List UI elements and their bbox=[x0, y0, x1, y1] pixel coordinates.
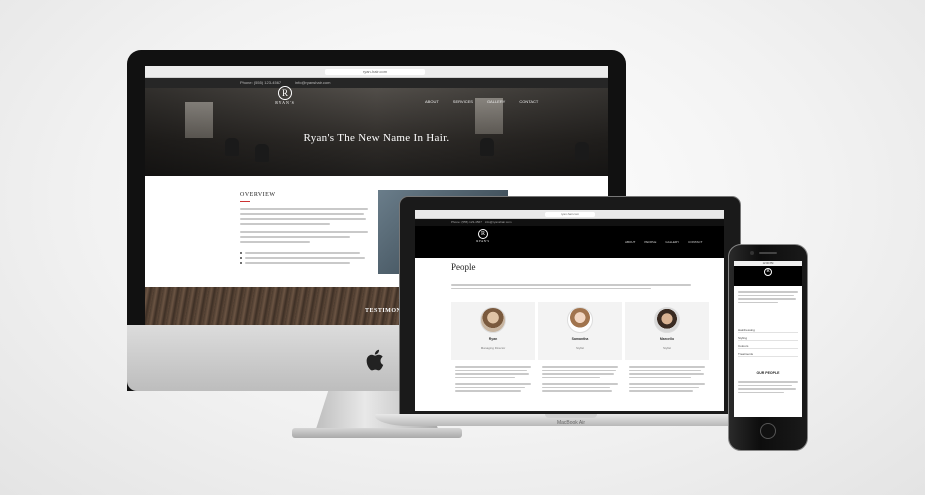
imac-url-bar[interactable]: ryan-hair.com bbox=[325, 69, 425, 75]
iphone-menu-item[interactable]: Colours bbox=[738, 343, 798, 349]
macbook-nav-item[interactable]: ABOUT bbox=[625, 240, 635, 244]
person-name: Samantha bbox=[571, 337, 589, 341]
overview-accent-rule bbox=[240, 201, 250, 202]
salon-chair bbox=[575, 142, 589, 160]
avatar bbox=[654, 307, 680, 333]
macbook-logo[interactable]: R RYAN'S bbox=[471, 229, 495, 243]
text-line bbox=[451, 284, 691, 286]
text-line bbox=[240, 208, 368, 210]
bullet-item bbox=[240, 257, 370, 259]
iphone-logo[interactable]: R bbox=[758, 268, 778, 276]
text-line bbox=[240, 236, 350, 238]
imac-topbar: Phone: (555) 123-4567 info@ryanshair.com bbox=[145, 78, 608, 88]
iphone-intro-text bbox=[738, 291, 798, 303]
imac-overview-text bbox=[240, 208, 370, 267]
imac-nav-item[interactable]: ABOUT bbox=[425, 99, 439, 104]
salon-chair bbox=[255, 144, 269, 162]
text-line bbox=[451, 287, 651, 289]
iphone-home-button[interactable] bbox=[760, 423, 776, 439]
macbook-topbar-email: info@ryanshair.com bbox=[485, 220, 512, 224]
imac-overview-heading: OVERVIEW bbox=[240, 192, 276, 198]
macbook-screen: ryan-hair.com Phone: (555) 123-4567 info… bbox=[415, 210, 724, 411]
bullet-item bbox=[240, 262, 370, 264]
imac-hero-title: Ryan's The New Name In Hair. bbox=[303, 132, 450, 144]
text-line bbox=[240, 213, 364, 215]
macbook-logo-mark: R bbox=[478, 229, 488, 239]
person-card[interactable]: Marcello Stylist bbox=[625, 302, 709, 360]
imac-browser-toolbar: ryan-hair.com bbox=[145, 66, 608, 78]
imac-nav-item[interactable]: GALLERY bbox=[487, 99, 505, 104]
macbook-nav-item[interactable]: GALLERY bbox=[665, 240, 679, 244]
person-name: Ryan bbox=[488, 337, 498, 341]
iphone-camera bbox=[750, 251, 754, 255]
macbook-url-bar[interactable]: ryan-hair.com bbox=[545, 212, 595, 217]
imac-logo-text: RYAN'S bbox=[275, 100, 295, 105]
text-line bbox=[240, 223, 330, 225]
imac-logo-mark: R bbox=[278, 86, 292, 100]
imac-foot bbox=[292, 428, 462, 438]
iphone-menu-item[interactable]: Styling bbox=[738, 335, 798, 341]
person-role: Managing Director bbox=[480, 346, 506, 350]
text-line bbox=[240, 241, 310, 243]
imac-nav-item[interactable]: CONTACT bbox=[519, 99, 538, 104]
iphone-screen: 12:00 PM R Hairdressing Styling Colours … bbox=[734, 261, 802, 417]
iphone-section-text bbox=[738, 381, 798, 393]
macbook-nav: ABOUT PEOPLE GALLERY CONTACT bbox=[625, 240, 702, 244]
avatar bbox=[480, 307, 506, 333]
macbook-notch bbox=[545, 414, 597, 418]
macbook-people-title: People bbox=[451, 262, 476, 272]
macbook-label: MacBook Air bbox=[556, 420, 586, 426]
avatar bbox=[567, 307, 593, 333]
iphone-menu-item[interactable]: Hairdressing bbox=[738, 327, 798, 333]
person-name: Marcello bbox=[659, 337, 675, 341]
person-bio bbox=[455, 366, 531, 392]
apple-logo-icon bbox=[366, 349, 384, 371]
macbook-browser-toolbar: ryan-hair.com bbox=[415, 210, 724, 219]
bullet-item bbox=[240, 252, 370, 254]
iphone-logo-mark: R bbox=[764, 268, 772, 276]
iphone-section-label: OUR PEOPLE bbox=[756, 371, 780, 375]
imac-nav-item[interactable]: SERVICES bbox=[453, 99, 473, 104]
iphone-speaker bbox=[759, 252, 777, 254]
person-role: Stylist bbox=[575, 346, 584, 350]
macbook-topbar: Phone: (555) 123-4567 info@ryanshair.com bbox=[415, 219, 724, 226]
person-role: Stylist bbox=[662, 346, 671, 350]
person-bio bbox=[629, 366, 705, 392]
text-line bbox=[240, 218, 366, 220]
iphone-menu-item[interactable]: Treatments bbox=[738, 351, 798, 357]
person-card[interactable]: Ryan Managing Director bbox=[451, 302, 535, 360]
macbook-nav-item[interactable]: PEOPLE bbox=[644, 240, 656, 244]
macbook-people-intro bbox=[451, 284, 691, 289]
imac-nav: ABOUT SERVICES GALLERY CONTACT bbox=[425, 99, 538, 104]
macbook-nav-item[interactable]: CONTACT bbox=[688, 240, 702, 244]
imac-logo[interactable]: R RYAN'S bbox=[265, 86, 305, 110]
person-bio bbox=[542, 366, 618, 392]
text-line bbox=[240, 231, 368, 233]
macbook-logo-text: RYAN'S bbox=[476, 239, 490, 243]
person-card[interactable]: Samantha Stylist bbox=[538, 302, 622, 360]
macbook-topbar-phone: Phone: (555) 123-4567 bbox=[451, 220, 482, 224]
